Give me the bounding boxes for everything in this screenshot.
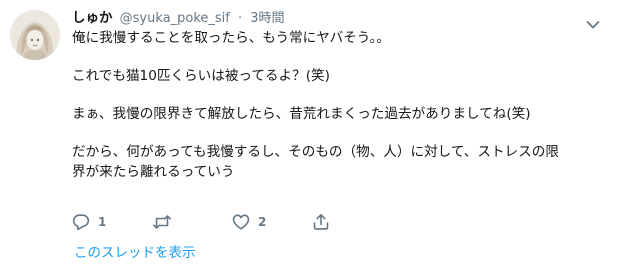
tweet-actions: 1 2	[72, 212, 352, 232]
retweet-button[interactable]	[152, 213, 232, 231]
show-thread-link[interactable]: このスレッドを表示	[74, 241, 196, 261]
display-name[interactable]: しゅか	[72, 10, 113, 26]
reply-icon	[72, 214, 90, 231]
like-button[interactable]: 2	[232, 213, 312, 231]
tweet-text-line: 俺に我慢することを取ったら、もう常にヤバそう。。	[72, 30, 390, 46]
share-button[interactable]	[312, 213, 352, 231]
reply-button[interactable]: 1	[72, 213, 152, 231]
reply-count: 1	[98, 215, 107, 229]
user-handle[interactable]: @syuka_poke_sif	[120, 11, 230, 26]
timestamp[interactable]: 3時間	[250, 11, 284, 26]
tweet-header: しゅか @syuka_poke_sif · 3時間	[72, 8, 602, 28]
tweet[interactable]: しゅか @syuka_poke_sif · 3時間 俺に我慢することを取ったら、…	[0, 0, 618, 273]
retweet-icon	[153, 215, 171, 229]
heart-icon	[232, 214, 250, 230]
like-count: 2	[258, 215, 267, 229]
share-icon	[313, 214, 329, 230]
chevron-down-icon[interactable]	[586, 15, 602, 29]
avatar[interactable]	[10, 10, 60, 60]
tweet-content: しゅか @syuka_poke_sif · 3時間 俺に我慢することを取ったら、…	[72, 8, 602, 182]
separator-dot: ·	[237, 11, 243, 26]
tweet-text-line: 界が来たら離れるっていう	[72, 164, 235, 180]
avatar-image	[10, 10, 60, 60]
tweet-text-line: まぁ、我慢の限界きて解放したら、昔荒れまくった過去がありましてね(笑)	[72, 106, 531, 122]
tweet-text-line: だから、何があっても我慢するし、そのもの（物、人）に対して、ストレスの限	[72, 144, 559, 160]
tweet-text-line: これでも猫10匹くらいは被ってるよ？(笑)	[72, 68, 330, 84]
tweet-text: 俺に我慢することを取ったら、もう常にヤバそう。。 これでも猫10匹くらいは被って…	[72, 28, 602, 182]
